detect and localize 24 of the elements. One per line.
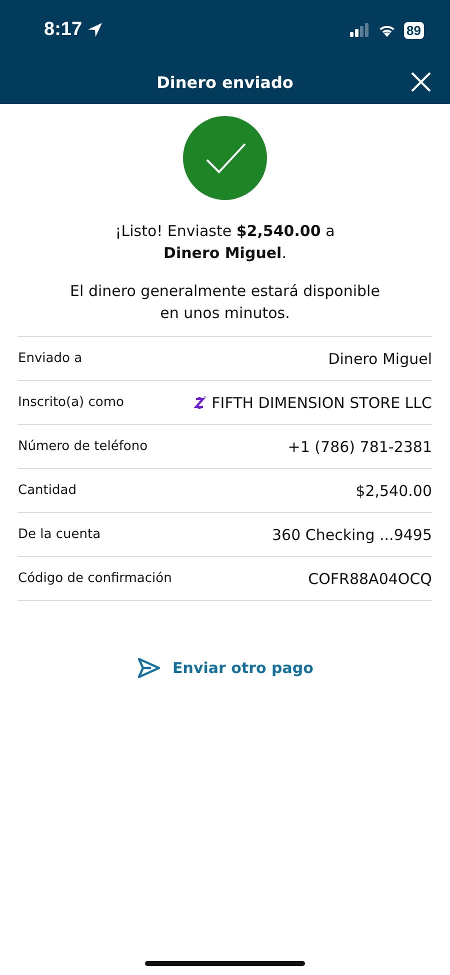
detail-label: De la cuenta bbox=[18, 527, 101, 542]
battery-level: 89 bbox=[404, 22, 424, 38]
signal-icon bbox=[350, 23, 370, 37]
detail-label: Número de teléfono bbox=[18, 439, 148, 454]
location-arrow-icon bbox=[87, 22, 104, 38]
confirmation-message: ¡Listo! Enviaste $2,540.00 a Dinero Miguel. bbox=[114, 221, 336, 264]
wifi-icon bbox=[378, 23, 396, 37]
close-icon[interactable] bbox=[410, 71, 432, 93]
detail-value: $2,540.00 bbox=[356, 482, 432, 500]
detail-value: FIFTH DIMENSION STORE LLC bbox=[212, 394, 432, 412]
screen-title: Dinero enviado bbox=[156, 72, 294, 92]
success-check-icon bbox=[183, 116, 267, 200]
availability-note: El dinero generalmente estará disponible en unos minutos. bbox=[69, 281, 381, 324]
detail-value: 360 Checking ...9495 bbox=[272, 526, 432, 544]
send-icon bbox=[136, 657, 161, 679]
detail-label: Inscrito(a) como bbox=[18, 395, 124, 410]
detail-value: +1 (786) 781-2381 bbox=[288, 438, 432, 456]
detail-label: Cantidad bbox=[18, 483, 76, 498]
detail-value: COFR88A04OCQ bbox=[308, 570, 432, 588]
detail-label: Enviado a bbox=[18, 351, 82, 366]
detail-label: Código de confirmación bbox=[18, 571, 172, 586]
send-another-payment-button[interactable]: Enviar otro pago bbox=[132, 653, 318, 683]
detail-value: Dinero Miguel bbox=[328, 350, 432, 368]
status-time: 8:17 bbox=[44, 19, 82, 41]
